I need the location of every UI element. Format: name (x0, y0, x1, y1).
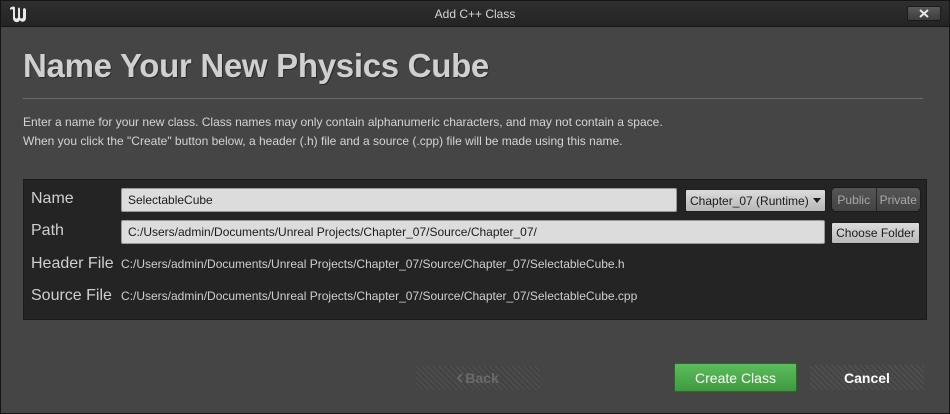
back-button-label: Back (465, 370, 499, 386)
page-title: Name Your New Physics Cube (23, 47, 489, 84)
header-file-path: C:/Users/admin/Documents/Unreal Projects… (121, 257, 625, 271)
divider (23, 98, 923, 99)
title-bar[interactable]: Add C++ Class (1, 1, 949, 27)
private-toggle-button[interactable]: Private (875, 188, 920, 211)
path-label: Path (31, 222, 64, 239)
window-title: Add C++ Class (434, 7, 516, 21)
visibility-toggle: Public Private (831, 187, 921, 212)
name-label: Name (31, 190, 74, 207)
class-name-input[interactable]: SelectableCube (121, 188, 677, 212)
chevron-left-icon (457, 373, 463, 383)
module-dropdown-value: Chapter_07 (Runtime) (690, 193, 809, 208)
source-file-path: C:/Users/admin/Documents/Unreal Projects… (121, 289, 638, 303)
description-line-1: Enter a name for your new class. Class n… (23, 115, 663, 129)
class-details-panel: Name SelectableCube Chapter_07 (Runtime)… (23, 179, 927, 320)
public-toggle-button[interactable]: Public (832, 188, 876, 211)
module-dropdown[interactable]: Chapter_07 (Runtime) (685, 189, 826, 212)
source-file-label: Source File (31, 287, 112, 304)
close-button[interactable] (907, 6, 941, 21)
cancel-button[interactable]: Cancel (810, 365, 924, 390)
chevron-down-icon (813, 198, 821, 203)
close-icon (919, 9, 929, 18)
add-class-dialog: Add C++ Class Name Your New Physics Cube… (0, 0, 950, 414)
back-button[interactable]: Back (416, 366, 540, 390)
description-line-2: When you click the "Create" button below… (23, 134, 623, 148)
header-file-label: Header File (31, 255, 114, 272)
path-input[interactable]: C:/Users/admin/Documents/Unreal Projects… (121, 220, 825, 244)
create-class-button[interactable]: Create Class (674, 363, 797, 392)
choose-folder-button[interactable]: Choose Folder (831, 222, 920, 244)
